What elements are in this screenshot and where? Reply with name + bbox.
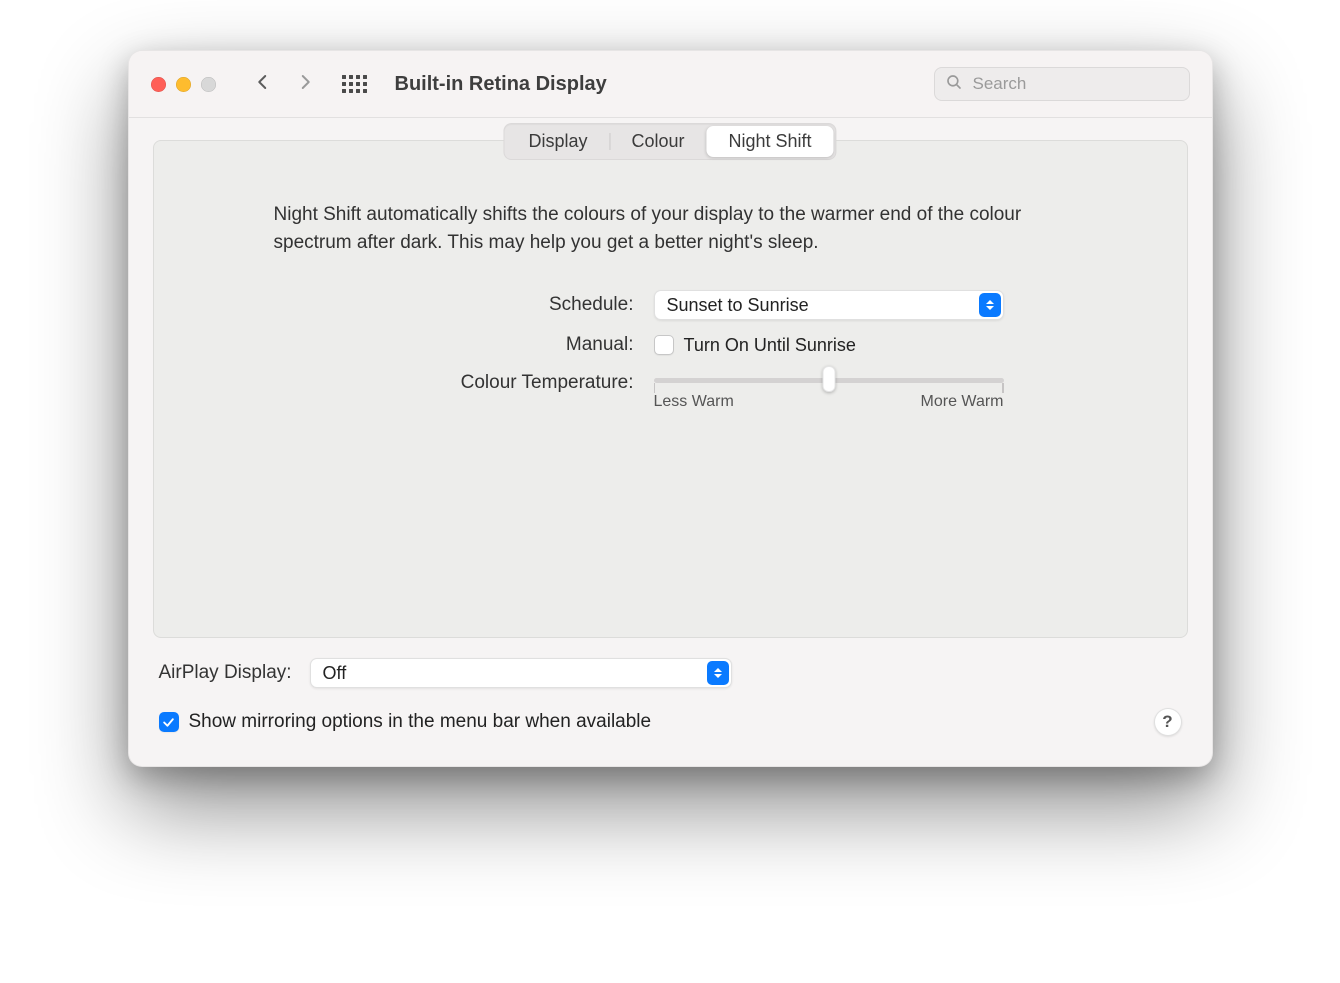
window-controls xyxy=(151,77,216,92)
slider-knob[interactable] xyxy=(822,366,835,392)
forward-button[interactable] xyxy=(296,71,314,98)
schedule-value: Sunset to Sunrise xyxy=(667,295,809,316)
back-button[interactable] xyxy=(254,71,272,98)
colour-temperature-slider[interactable]: Less Warm More Warm xyxy=(654,370,1004,411)
show-all-prefs-button[interactable] xyxy=(342,75,367,93)
colour-temperature-label: Colour Temperature: xyxy=(274,370,654,394)
manual-checkbox[interactable] xyxy=(654,335,674,355)
tab-label: Display xyxy=(528,131,587,151)
minimize-window-button[interactable] xyxy=(176,77,191,92)
schedule-dropdown[interactable]: Sunset to Sunrise xyxy=(654,290,1004,320)
close-window-button[interactable] xyxy=(151,77,166,92)
help-icon-label: ? xyxy=(1162,712,1172,732)
search-input[interactable] xyxy=(971,73,1179,95)
airplay-label: AirPlay Display: xyxy=(159,662,292,684)
help-button[interactable]: ? xyxy=(1154,708,1182,736)
tab-bar: Display Colour Night Shift xyxy=(503,123,836,160)
slider-max-label: More Warm xyxy=(921,393,1004,411)
tab-display[interactable]: Display xyxy=(506,126,609,157)
mirroring-checkbox-label: Show mirroring options in the menu bar w… xyxy=(189,711,652,733)
search-field[interactable] xyxy=(934,67,1190,101)
dropdown-stepper-icon xyxy=(707,661,729,685)
zoom-window-button[interactable] xyxy=(201,77,216,92)
window-title: Built-in Retina Display xyxy=(395,73,607,96)
dropdown-stepper-icon xyxy=(979,293,1001,317)
manual-checkbox-label: Turn On Until Sunrise xyxy=(684,335,856,356)
mirroring-checkbox[interactable] xyxy=(159,712,179,732)
settings-pane: Display Colour Night Shift Night Shift a… xyxy=(153,140,1188,638)
tab-label: Colour xyxy=(631,131,684,151)
airplay-dropdown[interactable]: Off xyxy=(310,658,732,688)
toolbar: Built-in Retina Display xyxy=(129,51,1212,118)
preferences-window: Built-in Retina Display Display Colour N… xyxy=(128,50,1213,767)
nav-arrows xyxy=(254,71,314,98)
airplay-value: Off xyxy=(323,663,347,684)
tab-night-shift[interactable]: Night Shift xyxy=(707,126,834,157)
manual-label: Manual: xyxy=(274,334,654,356)
search-icon xyxy=(945,73,963,96)
tab-colour[interactable]: Colour xyxy=(609,126,706,157)
footer: AirPlay Display: Off Show mirroring opti… xyxy=(129,638,1212,766)
schedule-label: Schedule: xyxy=(274,294,654,316)
night-shift-description: Night Shift automatically shifts the col… xyxy=(274,201,1067,256)
tab-label: Night Shift xyxy=(729,131,812,151)
slider-min-label: Less Warm xyxy=(654,393,734,411)
